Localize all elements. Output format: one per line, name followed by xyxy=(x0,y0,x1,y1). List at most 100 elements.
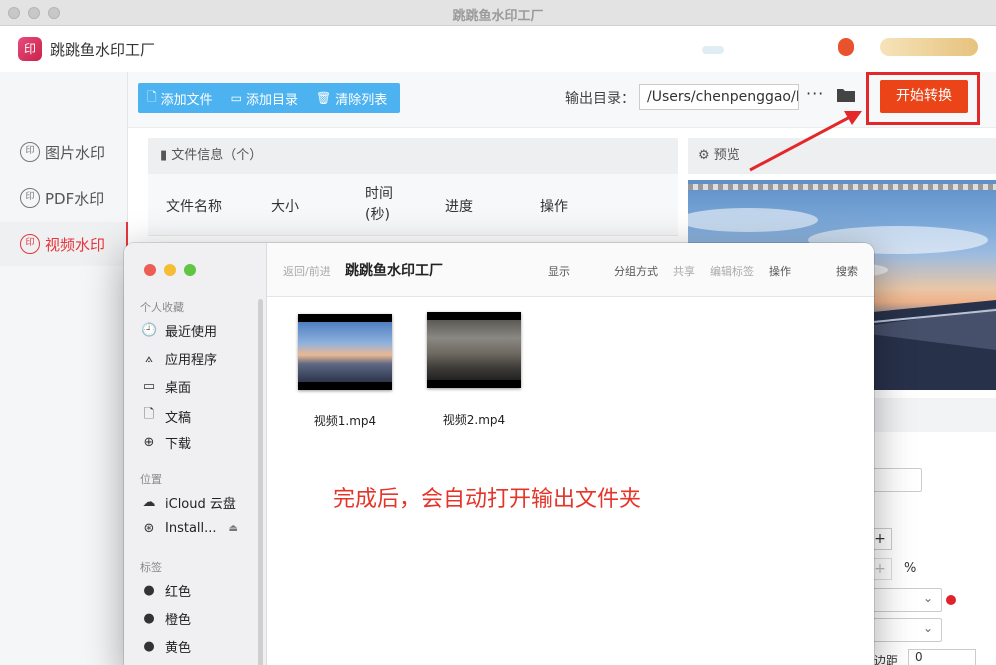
back-forward-button[interactable]: 返回/前进 xyxy=(283,263,331,279)
search-menu[interactable]: 搜索 xyxy=(836,263,858,279)
desktop-icon: ▭ xyxy=(142,379,156,394)
annotation-note: 完成后，会自动打开输出文件夹 xyxy=(333,487,642,512)
vip-button[interactable] xyxy=(880,38,978,56)
app-logo-icon: 印 xyxy=(18,37,42,61)
file-table-header: 文件名称 大小 时间 (秒) 进度 操作 xyxy=(148,174,678,236)
header-badge[interactable] xyxy=(838,38,854,56)
column-file-name: 文件名称 xyxy=(166,199,222,215)
stamp-icon: 印 xyxy=(20,234,40,254)
action-menu[interactable]: 操作 xyxy=(769,263,791,279)
sidebar-item-video-watermark[interactable]: 印 视频水印 xyxy=(0,222,129,266)
sidebar: 印 图片水印 印 PDF水印 印 视频水印 xyxy=(0,72,129,665)
stamp-icon: 印 xyxy=(20,142,40,162)
folder-outline-icon: ▭ xyxy=(230,91,243,105)
margin-input[interactable]: 0 xyxy=(908,649,976,665)
clock-icon: 🕘 xyxy=(141,323,158,338)
finder-item-applications[interactable]: ⟑ 应用程序 xyxy=(141,349,217,368)
open-folder-icon[interactable] xyxy=(836,87,856,103)
tags-section-label: 标签 xyxy=(140,561,162,574)
clear-list-label: 清除列表 xyxy=(335,92,388,108)
add-file-button[interactable]: 🗋 添加文件 xyxy=(138,83,222,113)
column-actions: 操作 xyxy=(540,199,568,215)
settings-select-2[interactable]: ⌄ xyxy=(868,618,942,642)
preview-timeline xyxy=(688,184,996,190)
finder-minimize-button[interactable] xyxy=(164,264,176,276)
disk-icon: ⊛ xyxy=(143,521,155,536)
finder-item-icloud[interactable]: ☁ iCloud 云盘 xyxy=(141,493,236,512)
settings-select-1[interactable]: ⌄ xyxy=(868,588,942,612)
add-directory-label: 添加目录 xyxy=(246,92,299,108)
title-bar: 跳跳鱼水印工厂 xyxy=(0,0,996,26)
percent-label: % xyxy=(904,561,917,576)
applications-icon: ⟑ xyxy=(145,351,153,366)
finder-tag-yellow[interactable]: ● 黄色 xyxy=(141,637,191,656)
tag-dot-icon: ● xyxy=(143,639,155,654)
sidebar-item-label: 视频水印 xyxy=(45,235,106,254)
share-menu[interactable]: 共享 xyxy=(673,263,695,279)
finder-toolbar: 返回/前进 跳跳鱼水印工厂 显示 分组方式 共享 编辑标签 操作 搜索 xyxy=(267,243,874,297)
finder-item-label: 橙色 xyxy=(165,613,192,628)
finder-item-downloads[interactable]: ⊕ 下载 xyxy=(141,433,191,452)
sidebar-item-label: 图片水印 xyxy=(45,143,106,162)
finder-item-label: 最近使用 xyxy=(165,325,218,340)
error-icon xyxy=(946,595,956,605)
margin-label: 边距 xyxy=(874,654,899,665)
app-header: 印 跳跳鱼水印工厂 xyxy=(0,26,996,72)
finder-window: 个人收藏 🕘 最近使用 ⟑ 应用程序 ▭ 桌面 🗋 文稿 ⊕ 下载 位置 ☁ iCloud … xyxy=(124,243,874,665)
more-options-icon[interactable]: ··· xyxy=(806,84,824,103)
finder-item-label: 黄色 xyxy=(165,641,192,656)
file-info-title: 文件信息（个） xyxy=(171,148,263,163)
add-directory-button[interactable]: ▭ 添加目录 xyxy=(222,83,307,113)
app-name: 跳跳鱼水印工厂 xyxy=(50,41,156,59)
video-2-preview xyxy=(427,320,521,380)
chevron-down-icon: ⌄ xyxy=(922,591,933,605)
app-window: 跳跳鱼水印工厂 印 跳跳鱼水印工厂 印 图片水印 印 PDF水印 印 视频水印 … xyxy=(0,0,996,665)
finder-item-label: 应用程序 xyxy=(165,353,218,368)
file-name[interactable]: 视频2.mp4 xyxy=(414,411,534,428)
group-by-menu[interactable]: 分组方式 xyxy=(614,263,658,279)
finder-item-desktop[interactable]: ▭ 桌面 xyxy=(141,377,191,396)
sidebar-item-image-watermark[interactable]: 印 图片水印 xyxy=(0,130,128,174)
clear-list-button[interactable]: 🗑 清除列表 xyxy=(307,83,396,113)
video-file-thumbnail[interactable] xyxy=(298,314,392,390)
document-icon: 🗋 xyxy=(143,407,155,422)
output-directory-label: 输出目录： xyxy=(565,91,635,107)
annotation-arrow-icon xyxy=(749,111,862,172)
finder-zoom-button[interactable] xyxy=(184,264,196,276)
header-decoration xyxy=(702,46,724,54)
finder-item-label: Install... xyxy=(165,521,217,536)
finder-item-recents[interactable]: 🕘 最近使用 xyxy=(141,321,217,340)
download-icon: ⊕ xyxy=(143,435,155,450)
favorites-section-label: 个人收藏 xyxy=(140,301,184,314)
cloud-icon: ☁ xyxy=(142,495,156,510)
finder-sidebar: 个人收藏 🕘 最近使用 ⟑ 应用程序 ▭ 桌面 🗋 文稿 ⊕ 下载 位置 ☁ iCloud … xyxy=(124,243,267,665)
locations-section-label: 位置 xyxy=(140,473,162,486)
edit-tags-menu[interactable]: 编辑标签 xyxy=(710,263,754,279)
finder-tag-orange[interactable]: ● 橙色 xyxy=(141,609,191,628)
video-1-preview xyxy=(298,322,392,382)
finder-close-button[interactable] xyxy=(144,264,156,276)
preview-title: 预览 xyxy=(713,148,740,163)
finder-sidebar-scrollbar[interactable] xyxy=(258,299,263,665)
column-size: 大小 xyxy=(271,199,299,215)
finder-item-label: 文稿 xyxy=(165,410,192,426)
stamp-icon: 印 xyxy=(20,188,40,208)
tag-dot-icon: ● xyxy=(143,583,155,598)
file-button-group: 🗋 添加文件 ▭ 添加目录 🗑 清除列表 xyxy=(138,83,400,113)
finder-item-label: 红色 xyxy=(165,585,192,600)
finder-tag-red[interactable]: ● 红色 xyxy=(141,581,191,600)
tag-dot-icon: ● xyxy=(143,611,155,626)
trash-icon: 🗑 xyxy=(316,91,332,105)
finder-title: 跳跳鱼水印工厂 xyxy=(345,263,443,279)
settings-input[interactable] xyxy=(868,468,922,492)
eject-icon[interactable]: ⏏ xyxy=(229,523,238,534)
sidebar-item-pdf-watermark[interactable]: 印 PDF水印 xyxy=(0,176,128,220)
sidebar-item-label: PDF水印 xyxy=(45,189,105,208)
window-title: 跳跳鱼水印工厂 xyxy=(452,9,544,24)
column-progress: 进度 xyxy=(445,199,473,215)
file-name[interactable]: 视频1.mp4 xyxy=(285,412,405,429)
video-file-thumbnail[interactable] xyxy=(427,312,521,388)
view-menu[interactable]: 显示 xyxy=(548,263,570,279)
finder-item-documents[interactable]: 🗋 文稿 xyxy=(141,405,191,427)
finder-item-install[interactable]: ⊛ Install... ⏏ xyxy=(141,521,238,536)
